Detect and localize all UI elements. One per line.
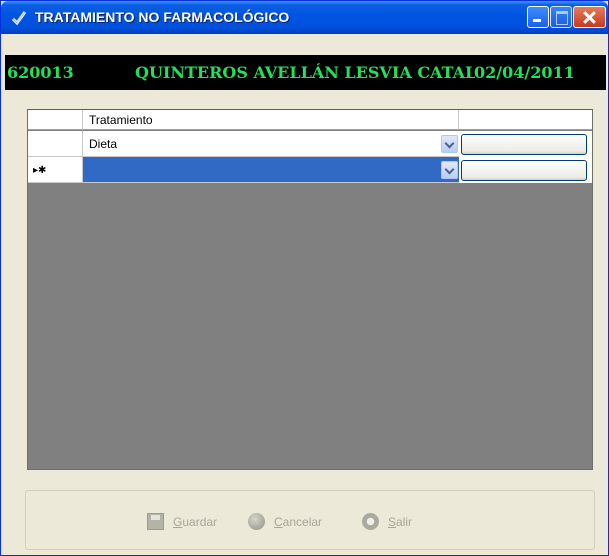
minimize-button[interactable] [527, 6, 549, 28]
save-button[interactable]: Guardar [147, 513, 217, 530]
new-row-marker[interactable]: ▸✱ [28, 157, 83, 183]
title-bar[interactable]: TRATAMIENTO NO FARMACOLÓGICO [1, 1, 608, 34]
check-pencil-icon [11, 11, 27, 26]
patient-date: 02/04/2011 [474, 63, 575, 82]
tratamiento-value: Dieta [89, 137, 118, 151]
row-action-button-new[interactable] [461, 160, 587, 181]
row-action-button[interactable] [461, 134, 587, 155]
grid-corner-cell[interactable] [28, 110, 83, 130]
cancel-label: Cancelar [274, 514, 323, 529]
patient-header: 620013 QUINTEROS AVELLÁN LESVIA CATALINA… [5, 55, 606, 90]
chevron-down-icon[interactable] [441, 135, 458, 153]
exit-icon [362, 513, 379, 530]
grid-header: Tratamiento [28, 110, 592, 130]
table-row[interactable]: Dieta [28, 131, 592, 157]
chevron-down-icon[interactable] [441, 161, 458, 179]
treatment-grid[interactable]: Tratamiento Dieta ▸✱ [27, 109, 593, 470]
column-header-tratamiento[interactable]: Tratamiento [83, 110, 459, 130]
floppy-disk-icon [147, 513, 164, 530]
close-button[interactable] [573, 6, 606, 28]
save-label: Guardar [173, 514, 218, 529]
exit-button[interactable]: Salir [362, 513, 412, 530]
maximize-button[interactable] [550, 6, 572, 28]
row-selector[interactable] [28, 131, 83, 157]
cancel-icon [248, 513, 265, 530]
app-window: TRATAMIENTO NO FARMACOLÓGICO 620013 QUIN… [0, 0, 609, 556]
window-title: TRATAMIENTO NO FARMACOLÓGICO [35, 9, 290, 25]
table-row-new[interactable]: ▸✱ [28, 157, 592, 183]
patient-name: QUINTEROS AVELLÁN LESVIA CATALINA [135, 63, 475, 82]
tratamiento-combo-new[interactable] [83, 157, 459, 183]
tratamiento-combo[interactable]: Dieta [83, 131, 459, 157]
bottom-toolbar: Guardar Cancelar Salir [25, 490, 595, 550]
patient-id: 620013 [7, 63, 74, 82]
exit-label: Salir [388, 514, 413, 529]
column-header-action[interactable] [459, 110, 592, 130]
cancel-button[interactable]: Cancelar [248, 513, 322, 530]
